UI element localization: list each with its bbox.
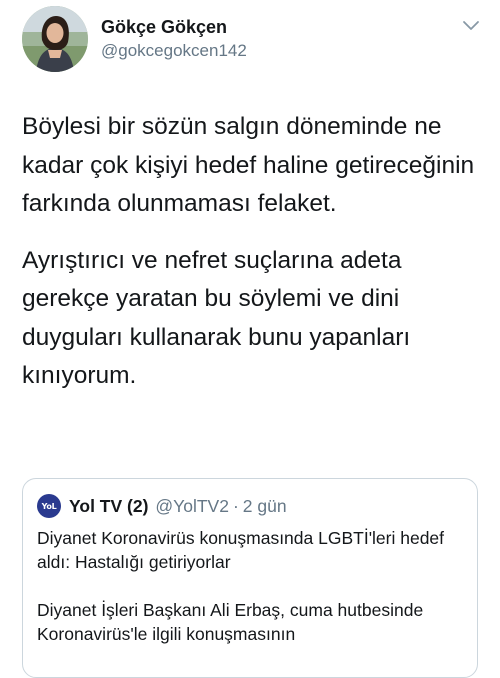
tweet-paragraph: Böylesi bir sözün salgın döneminde ne ka… [22, 113, 475, 217]
user-names: Gökçe Gökçen @gokcegokcen142 [101, 16, 247, 62]
chevron-down-icon[interactable] [462, 20, 480, 32]
quoted-tweet-header: YoL Yol TV (2) @YolTV2 · 2 gün [37, 493, 287, 519]
quoted-paragraph: Diyanet Koronavirüs konuşmasında LGBTİ'l… [37, 528, 445, 572]
quoted-paragraph: Diyanet İşleri Başkanı Ali Erbaş, cuma h… [37, 600, 424, 644]
quoted-separator: · [232, 495, 239, 516]
quoted-handle: @YolTV2 [155, 495, 229, 516]
quoted-display-name: Yol TV (2) [69, 495, 149, 516]
yol-tv-logo-icon: YoL [37, 494, 61, 518]
tweet-paragraph: Ayrıştırıcı ve nefret suçlarına adeta ge… [22, 246, 411, 390]
display-name[interactable]: Gökçe Gökçen [101, 16, 247, 38]
quoted-tweet-text: Diyanet Koronavirüs konuşmasında LGBTİ'l… [37, 526, 465, 670]
tweet-card: Gökçe Gökçen @gokcegokcen142 Böylesi bir… [0, 0, 500, 678]
tweet-text: Böylesi bir sözün salgın döneminde ne ka… [22, 108, 482, 414]
user-avatar-photo [22, 6, 88, 72]
quoted-tweet[interactable]: YoL Yol TV (2) @YolTV2 · 2 gün Diyanet K… [22, 478, 478, 678]
user-handle[interactable]: @gokcegokcen142 [101, 40, 247, 62]
quoted-timestamp: 2 gün [242, 495, 287, 516]
avatar[interactable] [22, 6, 88, 72]
tweet-header: Gökçe Gökçen @gokcegokcen142 [22, 6, 482, 74]
